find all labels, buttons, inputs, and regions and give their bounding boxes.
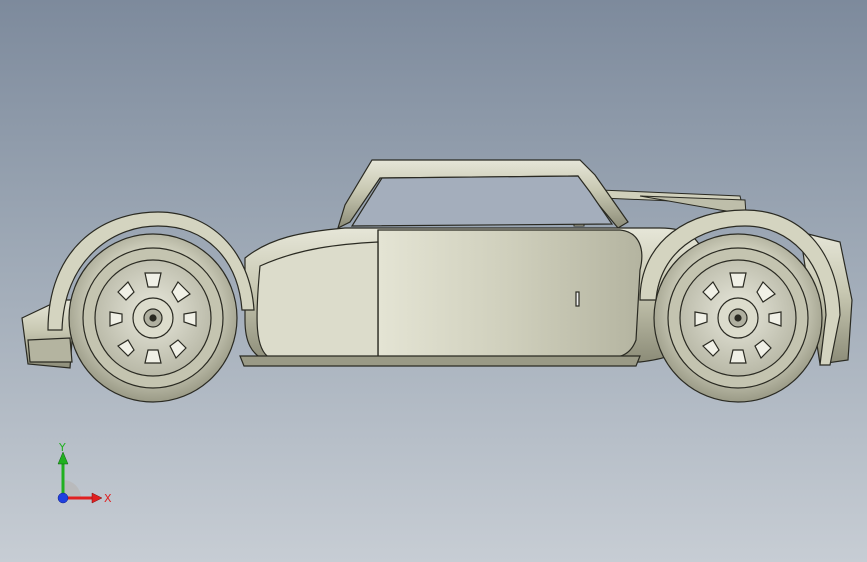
front-wheel[interactable] [68, 233, 238, 403]
coordinate-triad-icon: Y X [57, 441, 112, 505]
rear-wheel[interactable] [653, 233, 823, 403]
x-axis-label: X [104, 492, 112, 505]
car-model-side-view[interactable] [0, 0, 867, 562]
car-roof [337, 159, 629, 230]
y-axis-label: Y [58, 441, 66, 454]
graphics-viewport[interactable]: Y X [0, 0, 867, 562]
